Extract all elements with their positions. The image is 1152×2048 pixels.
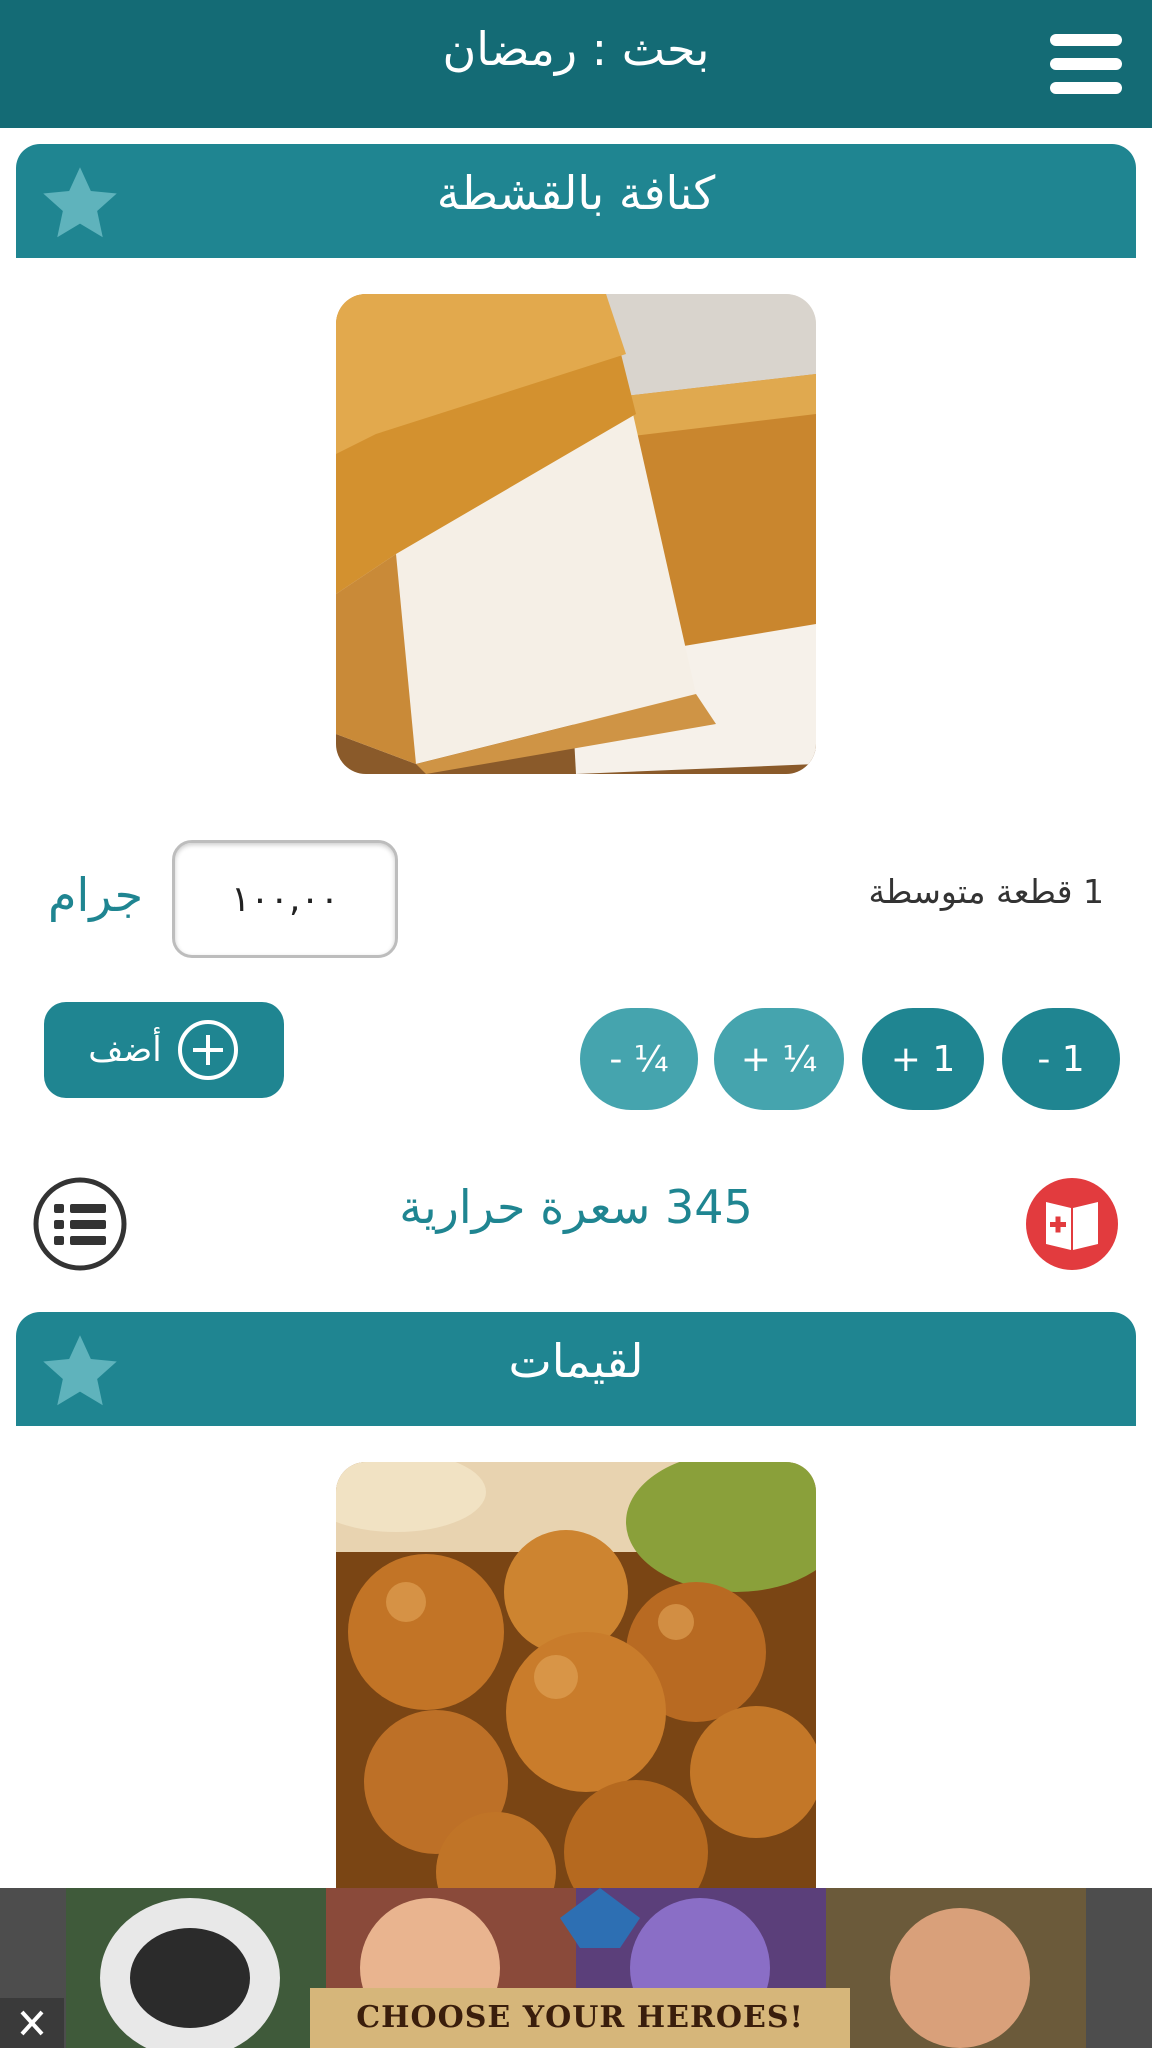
app-bar: بحث : رمضان xyxy=(0,0,1152,128)
decrement-quarter-button[interactable]: - ¼ xyxy=(580,1008,698,1110)
food-card-header: كنافة بالقشطة xyxy=(16,144,1136,258)
add-button[interactable]: أضف xyxy=(44,1002,284,1098)
ad-tagline: CHOOSE YOUR HEROES! xyxy=(356,2000,804,2035)
unit-label: جرام xyxy=(48,868,144,922)
serving-size: 1 قطعة متوسطة xyxy=(868,872,1104,911)
quantity-input[interactable] xyxy=(172,840,398,958)
food-image xyxy=(336,294,816,774)
increment-one-button[interactable]: + 1 xyxy=(862,1008,984,1110)
food-name: لقيمات xyxy=(508,1334,644,1388)
increment-quarter-button[interactable]: + ¼ xyxy=(714,1008,844,1110)
decrement-one-button[interactable]: - 1 xyxy=(1002,1008,1120,1110)
add-to-diary-book-icon[interactable] xyxy=(1024,1176,1120,1272)
add-button-label: أضف xyxy=(88,1030,162,1070)
food-image xyxy=(336,1462,816,1888)
food-card-header: لقيمات xyxy=(16,1312,1136,1426)
hamburger-menu-icon[interactable] xyxy=(1050,34,1122,94)
ad-close-icon[interactable] xyxy=(0,1998,64,2048)
page-title: بحث : رمضان xyxy=(442,22,710,76)
plus-circle-icon xyxy=(177,1020,238,1080)
calories-text: 345 سعرة حرارية xyxy=(399,1180,753,1234)
food-name: كنافة بالقشطة xyxy=(436,166,716,220)
